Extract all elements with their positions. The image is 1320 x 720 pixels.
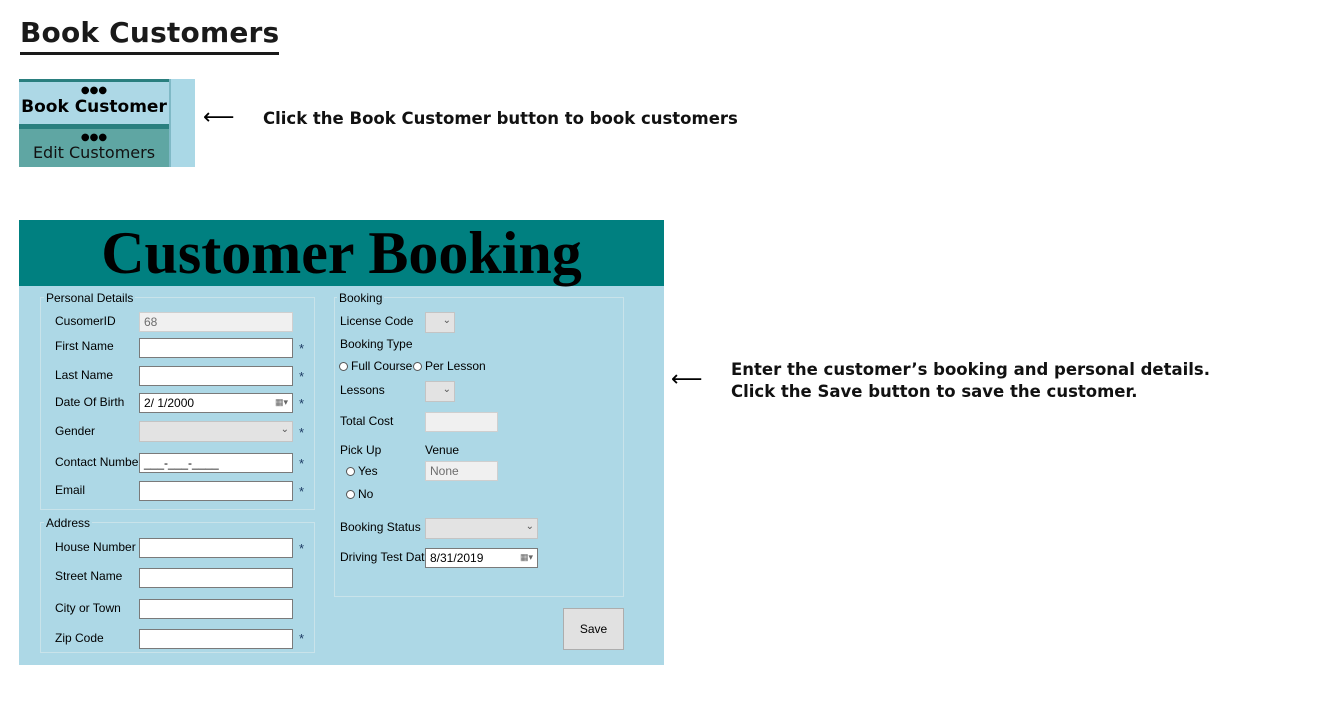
required-mark: *: [299, 631, 305, 646]
pickup-yes-label: Yes: [358, 464, 378, 478]
pickup-label: Pick Up: [340, 443, 382, 457]
calendar-dropdown-icon[interactable]: ▦▾: [275, 397, 288, 408]
first-name-label: First Name: [55, 339, 114, 353]
email-field[interactable]: [139, 481, 293, 501]
required-mark: *: [299, 541, 305, 556]
page-title: Book Customers: [20, 14, 280, 55]
contact-number-field[interactable]: ___-___-____: [139, 453, 293, 473]
customer-booking-form: Customer Booking Personal Details Cusome…: [19, 220, 664, 665]
form-hint-line2: Click the Save button to save the custom…: [731, 382, 1138, 401]
radio-circle-icon: [346, 490, 355, 499]
customer-id-field[interactable]: 68: [139, 312, 293, 332]
pickup-no-label: No: [358, 487, 374, 501]
venue-label: Venue: [425, 443, 460, 457]
dob-picker[interactable]: 2/ 1/2000 ▦▾: [139, 393, 293, 413]
left-arrow-icon: ⟵: [203, 105, 235, 130]
last-name-label: Last Name: [55, 368, 114, 382]
required-mark: *: [299, 396, 305, 411]
dob-value: 2/ 1/2000: [144, 396, 195, 410]
house-number-label: House Number: [55, 540, 136, 554]
edit-customers-button[interactable]: ●●● Edit Customers: [19, 127, 169, 167]
radio-circle-icon: [346, 467, 355, 476]
gender-select[interactable]: ⌄: [139, 421, 293, 442]
form-header: Customer Booking: [19, 220, 664, 286]
required-mark: *: [299, 341, 305, 356]
house-number-field[interactable]: [139, 538, 293, 558]
people-icon: ●●●: [80, 85, 108, 96]
street-name-label: Street Name: [55, 569, 123, 583]
per-lesson-radio[interactable]: Per Lesson: [413, 359, 486, 373]
driving-test-date-value: 8/31/2019: [430, 551, 484, 565]
save-button[interactable]: Save: [563, 608, 624, 650]
license-code-label: License Code: [340, 314, 414, 328]
left-arrow-icon: ⟵: [671, 367, 703, 392]
first-name-field[interactable]: [139, 338, 293, 358]
required-mark: *: [299, 484, 305, 499]
required-mark: *: [299, 425, 305, 440]
booking-type-label: Booking Type: [340, 337, 413, 351]
edit-customers-label: Edit Customers: [32, 143, 156, 162]
address-title: Address: [44, 516, 93, 530]
chevron-down-icon: ⌄: [280, 424, 289, 435]
full-course-label: Full Course: [351, 359, 413, 373]
gender-label: Gender: [55, 424, 96, 438]
lessons-select[interactable]: ⌄: [425, 381, 455, 402]
book-customer-label: Book Customer: [21, 97, 167, 117]
total-cost-field[interactable]: [425, 412, 498, 432]
chevron-down-icon: ⌄: [442, 315, 451, 326]
people-icon: ●●●: [80, 132, 108, 143]
license-code-select[interactable]: ⌄: [425, 312, 455, 333]
booking-status-label: Booking Status: [340, 520, 421, 534]
pickup-no-radio[interactable]: No: [346, 487, 373, 501]
zip-code-label: Zip Code: [55, 631, 104, 645]
form-title: Customer Booking: [101, 220, 582, 286]
driving-test-date-picker[interactable]: 8/31/2019 ▦▾: [425, 548, 538, 568]
contact-number-label: Contact Number: [55, 455, 143, 469]
sidebar-nav-snippet: ●●● Book Customer ●●● Edit Customers: [19, 79, 195, 167]
radio-circle-icon: [339, 362, 348, 371]
last-name-field[interactable]: [139, 366, 293, 386]
city-label: City or Town: [55, 601, 121, 615]
venue-field[interactable]: None: [425, 461, 498, 481]
required-mark: *: [299, 369, 305, 384]
calendar-dropdown-icon[interactable]: ▦▾: [520, 552, 533, 563]
booking-status-select[interactable]: ⌄: [425, 518, 538, 539]
nav-hint-text: Click the Book Customer button to book c…: [263, 109, 738, 128]
pickup-yes-radio[interactable]: Yes: [346, 464, 378, 478]
chevron-down-icon: ⌄: [525, 521, 534, 532]
radio-circle-icon: [413, 362, 422, 371]
full-course-radio[interactable]: Full Course: [339, 359, 412, 373]
lessons-label: Lessons: [340, 383, 385, 397]
required-mark: *: [299, 456, 305, 471]
driving-test-date-label: Driving Test Date: [340, 550, 432, 564]
city-field[interactable]: [139, 599, 293, 619]
customer-id-label: CusomerID: [55, 314, 116, 328]
street-name-field[interactable]: [139, 568, 293, 588]
chevron-down-icon: ⌄: [442, 384, 451, 395]
per-lesson-label: Per Lesson: [425, 359, 486, 373]
nav-divider: [169, 79, 171, 167]
dob-label: Date Of Birth: [55, 395, 125, 409]
booking-title: Booking: [337, 291, 385, 305]
total-cost-label: Total Cost: [340, 414, 394, 428]
book-customer-button[interactable]: ●●● Book Customer: [19, 79, 169, 127]
personal-details-title: Personal Details: [44, 291, 136, 305]
email-label: Email: [55, 483, 86, 497]
form-hint-line1: Enter the customer’s booking and persona…: [731, 360, 1211, 379]
zip-code-field[interactable]: [139, 629, 293, 649]
